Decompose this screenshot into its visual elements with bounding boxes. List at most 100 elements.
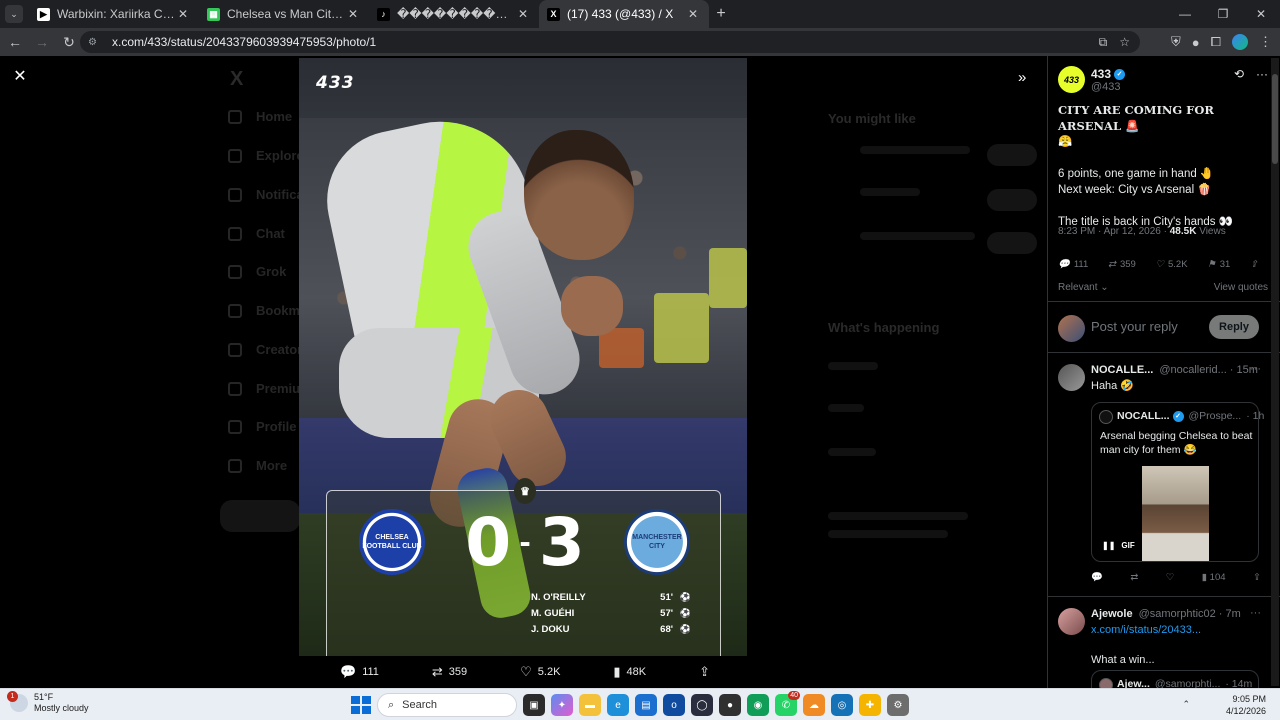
reply-submit-button[interactable]: Reply <box>1209 315 1259 339</box>
repost-icon[interactable]: ⇄ <box>1130 572 1138 583</box>
edge-icon[interactable]: e <box>607 694 629 716</box>
nav-item-profile: Profile <box>228 419 296 434</box>
close-window-icon[interactable]: ✕ <box>1242 0 1280 28</box>
copilot-icon[interactable]: ✦ <box>551 694 573 716</box>
tab-search-button[interactable]: ⌄ <box>5 5 23 23</box>
settings-gear-icon[interactable]: ⚙ <box>887 694 909 716</box>
minimize-icon[interactable]: — <box>1166 0 1204 28</box>
extension-circle-icon[interactable]: ● <box>1192 35 1200 50</box>
media-app-icon[interactable]: ● <box>719 694 741 716</box>
repost-button[interactable]: ⇄ 359 <box>1108 259 1136 270</box>
reply-item[interactable]: NOCALLE... @nocallerid... · 15m ··· Haha 🤣… <box>1048 354 1280 597</box>
media-views-button[interactable]: ▮ 48K <box>613 664 646 680</box>
reply-button[interactable]: 💬 111 <box>1058 259 1088 270</box>
browser-tab-3[interactable]: ♪ ��������� (@maliiboy12) i ✕ <box>369 0 539 28</box>
forward-icon[interactable]: → <box>30 34 54 50</box>
more-options-icon[interactable]: ··· <box>1250 607 1261 619</box>
author-handle[interactable]: @433 <box>1091 81 1121 93</box>
heart-icon: ♡ <box>1155 259 1164 270</box>
media-reply-button[interactable]: 💬 111 <box>340 664 379 680</box>
address-bar[interactable]: ⚙ x.com/433/status/2043379603939475953/p… <box>80 31 1140 53</box>
store-icon[interactable]: ▤ <box>635 694 657 716</box>
taskbar-search[interactable]: ⌕ Search <box>377 693 517 717</box>
reply-icon: 💬 <box>340 664 357 679</box>
cloud-app-icon[interactable]: ☁ <box>803 694 825 716</box>
extensions-puzzle-icon[interactable]: ⧠ <box>1211 34 1221 50</box>
share-icon[interactable]: ⇪ <box>1253 572 1261 583</box>
post-detail-panel: 433 433 ✓ @433 ⟲ ··· CITY ARE COMING FOR … <box>1047 56 1280 688</box>
quote-gif[interactable] <box>1142 466 1209 561</box>
reply-icon[interactable]: 💬 <box>1091 572 1103 583</box>
close-tab-icon[interactable]: ✕ <box>175 7 191 21</box>
like-button[interactable]: ♡ 5.2K <box>1155 259 1187 270</box>
back-icon[interactable]: ← <box>3 34 27 50</box>
close-media-icon[interactable]: ✕ <box>12 69 28 85</box>
status-link[interactable]: x.com/i/status/20433... <box>1091 624 1201 636</box>
quoted-post[interactable]: Ajew... @samorphti... · 14m <box>1091 670 1259 688</box>
more-options-icon[interactable]: ··· <box>1250 363 1261 375</box>
grok-icon[interactable]: ⟲ <box>1234 67 1244 81</box>
browser-menu-icon[interactable]: ⋮ <box>1259 34 1272 50</box>
away-score: 3 <box>538 504 585 581</box>
new-tab-button[interactable]: + <box>709 5 733 23</box>
author-avatar[interactable]: 433 <box>1058 66 1085 93</box>
views-button[interactable]: ▮ 104 <box>1202 572 1226 583</box>
outlook-icon[interactable]: o <box>663 694 685 716</box>
pause-icon: ❚❚ <box>1102 541 1116 550</box>
bookmark-star-icon[interactable]: ☆ <box>1119 35 1130 49</box>
snipping-tool-icon[interactable]: ✚ <box>859 694 881 716</box>
browser-toolbar: ← → ↻ ⚙ x.com/433/status/204337960393947… <box>0 28 1280 56</box>
file-explorer-icon[interactable]: ▬ <box>579 694 601 716</box>
expand-panel-icon[interactable]: » <box>1018 69 1026 86</box>
browser-app-icon[interactable]: ◎ <box>831 694 853 716</box>
quoted-post[interactable]: NOCALL... ✓ @Prospe... · 1h Arsenal begging… <box>1091 402 1264 562</box>
scorers-list: N. O'REILLY 51' ⚽ M. GUÉHI 57' ⚽ J. DOKU 68' ⚽ <box>531 589 691 637</box>
app-circle-icon[interactable]: ◯ <box>691 694 713 716</box>
system-tray-chevron-icon[interactable]: ⌃ <box>1182 699 1190 710</box>
whatsapp-icon[interactable]: ✆ 40 <box>775 691 800 716</box>
media-share-button[interactable]: ⇪ <box>699 664 710 680</box>
clock[interactable]: 9:05 PM 4/12/2026 <box>1226 693 1266 717</box>
task-view-icon[interactable]: ▣ <box>523 694 545 716</box>
reply-item[interactable]: Ajewole @samorphtic02 · 7m ··· x.com/i/sta… <box>1048 598 1280 688</box>
profile-avatar-icon[interactable] <box>1232 34 1248 50</box>
reply-avatar[interactable] <box>1058 364 1085 391</box>
install-app-icon[interactable]: ⧉ <box>1099 35 1108 50</box>
notification-badge: 1 <box>7 691 18 702</box>
close-tab-icon[interactable]: ✕ <box>345 7 361 21</box>
reply-input[interactable]: Post your reply <box>1091 319 1178 334</box>
media-like-button[interactable]: ♡ 5.2K <box>520 664 560 680</box>
browser-tab-2[interactable]: ▦ Chelsea vs Man City - live score ✕ <box>199 0 369 28</box>
view-quotes-link[interactable]: View quotes <box>1214 282 1268 293</box>
reload-icon[interactable]: ↻ <box>57 34 81 51</box>
score-separator: - <box>519 526 531 559</box>
chrome-icon[interactable]: ◉ <box>747 694 769 716</box>
heart-icon[interactable]: ♡ <box>1166 572 1175 583</box>
more-options-icon[interactable]: ··· <box>1256 67 1268 81</box>
scorer-row: N. O'REILLY 51' ⚽ <box>531 591 691 603</box>
reply-avatar[interactable] <box>1058 608 1085 635</box>
post-photo[interactable]: 433 ♛ CHELSEA FOOTBALL CLUB 0 - 3 MANCHE… <box>299 58 747 656</box>
weather-widget[interactable]: 1 51°F Mostly cloudy <box>7 691 89 714</box>
close-tab-icon[interactable]: ✕ <box>685 7 701 21</box>
reply-author[interactable]: Ajewole @samorphtic02 · 7m <box>1091 608 1241 620</box>
restore-icon[interactable]: ❐ <box>1204 0 1242 28</box>
browser-tab-1[interactable]: ▶ Warbixin: Xariirka Caymiska ee ✕ <box>29 0 199 28</box>
cloud-icon: 1 <box>7 691 28 712</box>
reply-author[interactable]: NOCALLE... @nocallerid... · 15m <box>1091 364 1258 376</box>
close-tab-icon[interactable]: ✕ <box>515 7 531 21</box>
author-name[interactable]: 433 ✓ <box>1091 67 1126 81</box>
shield-extension-icon[interactable]: ⛨ <box>1171 34 1181 50</box>
media-repost-button[interactable]: ⇄ 359 <box>432 664 467 680</box>
sort-replies-dropdown[interactable]: Relevant ⌄ <box>1058 282 1109 293</box>
panel-scrollbar[interactable] <box>1271 58 1279 686</box>
play-icon: ▶ <box>37 7 50 21</box>
player-head <box>524 130 634 260</box>
site-info-icon[interactable]: ⚙ <box>88 37 102 48</box>
bookmark-button[interactable]: ⚑ 31 <box>1207 259 1230 270</box>
gif-controls[interactable]: ❚❚ GIF <box>1102 541 1135 550</box>
whats-happening-heading: What's happening <box>828 320 940 335</box>
start-button[interactable] <box>349 694 371 716</box>
share-button[interactable]: ⇪ <box>1250 259 1258 270</box>
browser-tab-4[interactable]: X (17) 433 (@433) / X ✕ <box>539 0 709 28</box>
